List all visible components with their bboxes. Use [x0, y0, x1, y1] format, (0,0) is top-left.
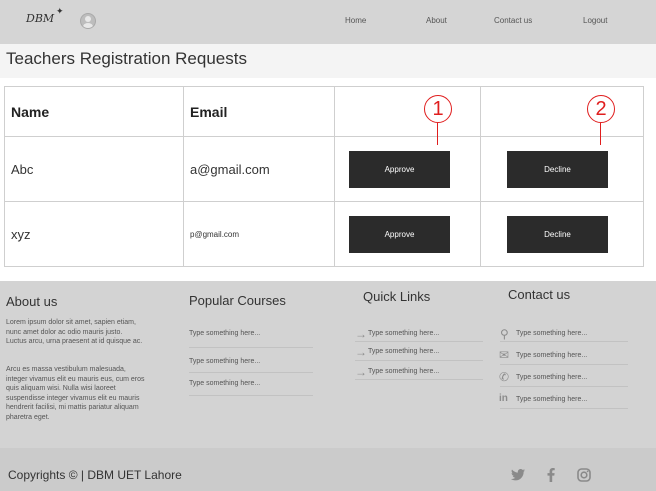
top-navbar — [0, 0, 656, 44]
contact-phone: Type something here... — [516, 374, 588, 381]
row-email: a@gmail.com — [183, 136, 335, 202]
divider — [189, 395, 313, 396]
facebook-icon[interactable] — [547, 468, 555, 485]
contact-address: Type something here... — [516, 330, 588, 337]
divider — [355, 341, 483, 342]
approve-cell: Approve — [334, 136, 481, 202]
phone-icon: ✆ — [499, 370, 510, 384]
annotation-marker-1: 1 — [424, 95, 452, 123]
footer-about-heading: About us — [6, 294, 58, 309]
email-icon: ✉ — [499, 348, 510, 362]
twitter-icon[interactable] — [511, 468, 525, 484]
quick-link[interactable]: Type something here... — [368, 368, 439, 375]
table-row: Abc a@gmail.com Approve Decline — [4, 136, 644, 202]
nav-home-link[interactable]: Home — [345, 16, 366, 25]
divider — [189, 372, 313, 373]
approve-button[interactable]: Approve — [349, 215, 450, 253]
footer-courses-heading: Popular Courses — [189, 293, 286, 308]
copyright-text: Copyrights © | DBM UET Lahore — [8, 468, 182, 482]
nav-about-link[interactable]: About — [426, 16, 447, 25]
annotation-marker-2: 2 — [587, 95, 615, 123]
footer-about-text-2: Arcu es massa vestibulum malesuada, inte… — [6, 366, 145, 421]
contact-linkedin[interactable]: Type something here... — [516, 396, 587, 403]
decline-cell: Decline — [480, 201, 644, 267]
approve-column-header — [334, 86, 481, 137]
location-icon: ⚲ — [500, 327, 509, 341]
row-name: xyz — [4, 201, 184, 267]
arrow-right-icon: → — [355, 345, 367, 359]
divider — [500, 364, 628, 365]
course-link[interactable]: Type something here... — [189, 330, 260, 337]
name-column-header: Name — [4, 86, 184, 137]
annotation-pointer-1 — [437, 123, 438, 145]
annotation-pointer-2 — [600, 123, 601, 145]
avatar[interactable] — [80, 13, 96, 29]
arrow-right-icon: → — [355, 365, 367, 379]
requests-table: Name Email Abc a@gmail.com Approve Decli… — [4, 86, 644, 267]
course-link[interactable]: Type something here... — [189, 358, 260, 365]
decline-column-header — [480, 86, 644, 137]
footer-contact-heading: Contact us — [508, 287, 571, 302]
email-column-header: Email — [183, 86, 335, 137]
nav-logout-link[interactable]: Logout — [583, 16, 607, 25]
decline-cell: Decline — [480, 136, 644, 202]
approve-cell: Approve — [334, 201, 481, 267]
linkedin-icon: in — [499, 393, 508, 404]
page-title: Teachers Registration Requests — [6, 49, 247, 68]
logo[interactable]: DBM — [26, 12, 54, 25]
row-email: p@gmail.com — [183, 201, 335, 267]
table-header-row: Name Email — [4, 86, 644, 137]
footer-about-text-1: Lorem ipsum dolor sit amet, sapien etiam… — [6, 319, 143, 345]
nav-contact-link[interactable]: Contact us — [494, 16, 532, 25]
divider — [500, 341, 628, 342]
table-row: xyz p@gmail.com Approve Decline — [4, 201, 644, 267]
row-name: Abc — [4, 136, 184, 202]
divider — [500, 386, 628, 387]
divider — [189, 347, 313, 348]
arrow-right-icon: → — [355, 327, 367, 341]
approve-button[interactable]: Approve — [349, 150, 450, 188]
divider — [355, 360, 483, 361]
divider — [355, 379, 483, 380]
quick-link[interactable]: Type something here... — [368, 348, 439, 355]
contact-email: Type something here... — [516, 352, 588, 359]
course-link[interactable]: Type something here... — [189, 380, 260, 387]
instagram-icon[interactable] — [577, 468, 591, 485]
quick-link[interactable]: Type something here... — [368, 330, 439, 337]
decline-button[interactable]: Decline — [507, 215, 608, 253]
footer-quicklinks-heading: Quick Links — [363, 289, 431, 304]
decline-button[interactable]: Decline — [507, 150, 608, 188]
divider — [500, 408, 628, 409]
logo-star-icon: ✦ — [56, 6, 64, 16]
